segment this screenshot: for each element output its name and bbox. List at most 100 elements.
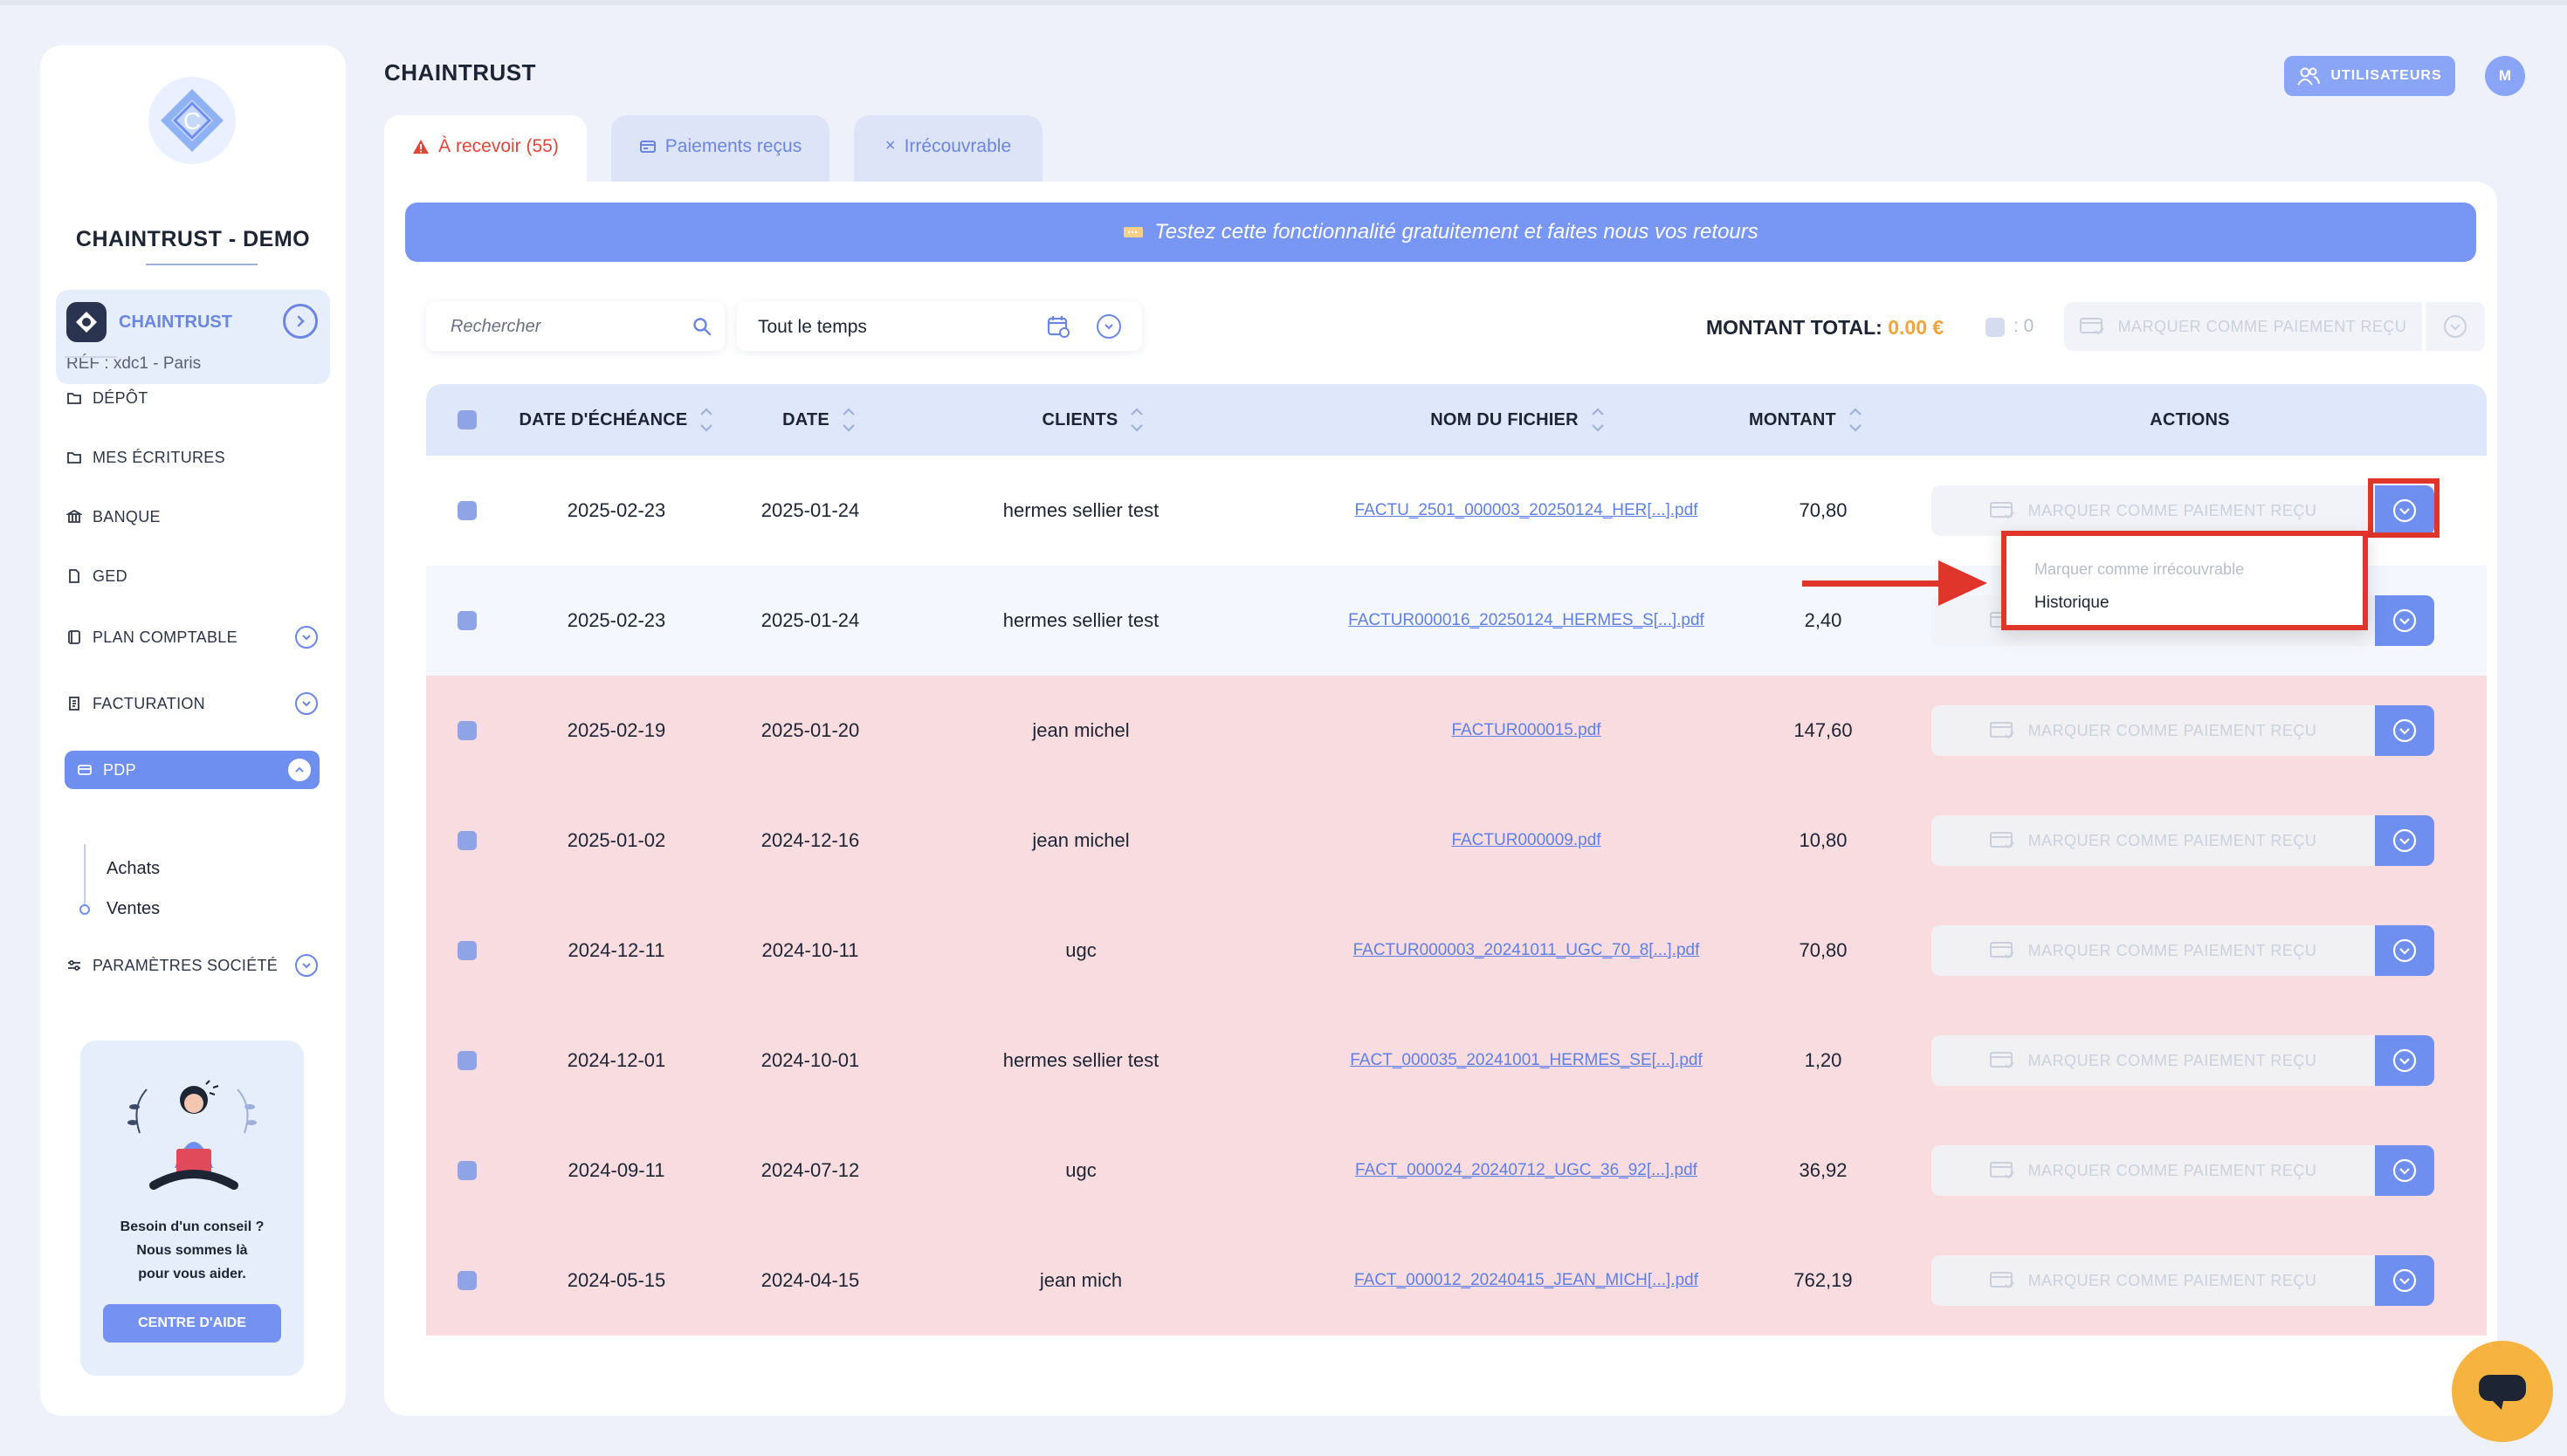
cell-amount: 10,80	[1799, 829, 1848, 851]
period-select[interactable]: Tout le temps	[737, 302, 1142, 351]
sidebar-item-plan-comptable[interactable]: PLAN COMPTABLE	[65, 618, 327, 656]
row-options-button[interactable]	[2375, 595, 2434, 646]
file-link[interactable]: FACT_000024_20240712_UGC_36_92[...].pdf	[1355, 1161, 1697, 1180]
sort-icon[interactable]	[699, 408, 713, 432]
mark-paid-button[interactable]: MARQUER COMME PAIEMENT REÇU	[1931, 1035, 2375, 1086]
sidebar: C CHAINTRUST - DEMO CHAINTRUST RÉF : xdc…	[40, 45, 346, 1416]
file-link[interactable]: FACTUR000016_20250124_HERMES_S[...].pdf	[1348, 611, 1704, 630]
row-options-button[interactable]	[2375, 1145, 2434, 1196]
sort-icon[interactable]	[1591, 408, 1605, 432]
warning-icon	[413, 140, 430, 154]
sort-icon[interactable]	[1848, 408, 1862, 432]
help-text: Besoin d'un conseil ? Nous sommes là pou…	[80, 1215, 304, 1286]
calendar-icon[interactable]	[1046, 314, 1070, 339]
sort-icon[interactable]	[1130, 408, 1144, 432]
row-options-button[interactable]	[2375, 1255, 2434, 1306]
menu-item-history[interactable]: Historique	[2034, 594, 2109, 613]
cell-due-date: 2025-02-19	[567, 719, 666, 741]
file-link[interactable]: FACTUR000003_20241011_UGC_70_8[...].pdf	[1353, 941, 1700, 960]
sort-icon[interactable]	[842, 408, 856, 432]
help-line: Besoin d'un conseil ?	[120, 1219, 265, 1234]
select-all-checkbox[interactable]	[1985, 318, 2005, 337]
avatar[interactable]: M	[2485, 56, 2525, 96]
cell-amount: 762,19	[1793, 1269, 1853, 1291]
mark-paid-button[interactable]: MARQUER COMME PAIEMENT REÇU	[1931, 1145, 2375, 1196]
cell-date: 2025-01-24	[760, 499, 860, 521]
file-link[interactable]: FACTUR000015.pdf	[1451, 721, 1600, 740]
org-card[interactable]: CHAINTRUST RÉF : xdc1 - Paris	[56, 290, 330, 384]
row-checkbox[interactable]	[458, 831, 477, 850]
ticket-icon	[1124, 227, 1144, 237]
row-checkbox[interactable]	[458, 611, 477, 630]
sidebar-item-label: BANQUE	[93, 507, 161, 525]
chevron-down-icon[interactable]	[295, 626, 318, 649]
cell-due-date: 2024-12-11	[568, 939, 665, 961]
row-options-button[interactable]	[2375, 815, 2434, 866]
cell-client: jean michel	[1032, 829, 1130, 851]
row-checkbox[interactable]	[458, 721, 477, 740]
column-label: DATE D'ÉCHÉANCE	[519, 409, 688, 429]
sidebar-subitem-ventes[interactable]: Ventes	[107, 899, 160, 919]
column-header-date[interactable]: DATE	[758, 384, 880, 456]
column-header-file-name[interactable]: NOM DU FICHIER	[1387, 384, 1648, 456]
mark-paid-button[interactable]: MARQUER COMME PAIEMENT REÇU	[1931, 1255, 2375, 1306]
mark-paid-button[interactable]: MARQUER COMME PAIEMENT REÇU	[1931, 705, 2375, 756]
org-name: CHAINTRUST	[119, 312, 232, 332]
payment-card-icon	[1989, 1162, 2014, 1179]
column-header-amount[interactable]: MONTANT	[1718, 384, 1893, 456]
column-header-clients[interactable]: CLIENTS	[1006, 384, 1180, 456]
tab-irrecouvrable[interactable]: × Irrécouvrable	[854, 115, 1043, 185]
sidebar-item-facturation[interactable]: FACTURATION	[65, 684, 327, 723]
help-center-button[interactable]: CENTRE D'AIDE	[103, 1304, 281, 1343]
sidebar-item-depot[interactable]: DÉPÔT	[65, 379, 327, 417]
file-link[interactable]: FACTU_2501_000003_20250124_HER[...].pdf	[1355, 501, 1698, 520]
table-row: 2025-02-19 2025-01-20 jean michel FACTUR000…	[426, 676, 2487, 786]
mark-paid-button[interactable]: MARQUER COMME PAIEMENT REÇU	[1931, 485, 2375, 536]
sidebar-item-parametres-societe[interactable]: PARAMÈTRES SOCIÉTÉ	[65, 946, 327, 985]
file-link[interactable]: FACTUR000009.pdf	[1451, 831, 1600, 850]
cell-date: 2025-01-20	[760, 719, 860, 741]
chevron-down-icon[interactable]	[295, 954, 318, 977]
chevron-right-icon[interactable]	[283, 304, 318, 339]
row-checkbox[interactable]	[458, 1271, 477, 1290]
mark-paid-button[interactable]: MARQUER COMME PAIEMENT REÇU	[1931, 815, 2375, 866]
tab-a-recevoir[interactable]: À recevoir (55)	[384, 115, 587, 189]
search-input[interactable]	[426, 302, 679, 351]
header-checkbox[interactable]	[458, 410, 477, 429]
chevron-down-icon[interactable]	[1097, 314, 1121, 339]
sliders-icon	[65, 956, 84, 975]
sidebar-item-label: DÉPÔT	[93, 388, 148, 407]
row-checkbox[interactable]	[458, 501, 477, 520]
mark-paid-bulk-button[interactable]: MARQUER COMME PAIEMENT REÇU	[2064, 302, 2422, 351]
help-line: Nous sommes là	[136, 1243, 248, 1258]
company-name-underline	[146, 264, 258, 265]
row-checkbox[interactable]	[458, 941, 477, 960]
annotation-arrow	[1802, 580, 1942, 587]
users-button[interactable]: UTILISATEURS	[2284, 56, 2455, 96]
row-options-button[interactable]	[2375, 705, 2434, 756]
bulk-options-button[interactable]	[2426, 302, 2485, 351]
mark-paid-button[interactable]: MARQUER COMME PAIEMENT REÇU	[1931, 925, 2375, 976]
file-link[interactable]: FACT_000035_20241001_HERMES_SE[...].pdf	[1350, 1051, 1702, 1070]
row-checkbox[interactable]	[458, 1161, 477, 1180]
total-value: 0.00 €	[1888, 316, 1944, 339]
cell-client: hermes sellier test	[1002, 1049, 1160, 1071]
row-checkbox[interactable]	[458, 1051, 477, 1070]
row-options-button[interactable]	[2375, 1035, 2434, 1086]
column-header-due-date[interactable]: DATE D'ÉCHÉANCE	[510, 384, 723, 456]
chevron-down-icon[interactable]	[295, 692, 318, 715]
file-link[interactable]: FACT_000012_20240415_JEAN_MICH[...].pdf	[1354, 1271, 1698, 1290]
menu-item-mark-unrecoverable[interactable]: Marquer comme irrécouvrable	[2034, 560, 2244, 579]
search-icon[interactable]	[692, 316, 712, 337]
sidebar-subitem-achats[interactable]: Achats	[107, 859, 160, 879]
sidebar-item-pdp[interactable]: PDP	[65, 751, 320, 789]
sidebar-item-mes-ecritures[interactable]: MES ÉCRITURES	[65, 438, 327, 477]
chat-button[interactable]	[2452, 1341, 2553, 1442]
sidebar-item-ged[interactable]: GED	[65, 557, 327, 595]
cell-date: 2024-04-15	[760, 1269, 860, 1291]
company-logo: C	[148, 77, 236, 164]
chevron-up-icon[interactable]	[288, 759, 311, 781]
sidebar-item-banque[interactable]: BANQUE	[65, 498, 327, 536]
tab-paiements-recus[interactable]: Paiements reçus	[611, 115, 829, 185]
row-options-button[interactable]	[2375, 925, 2434, 976]
